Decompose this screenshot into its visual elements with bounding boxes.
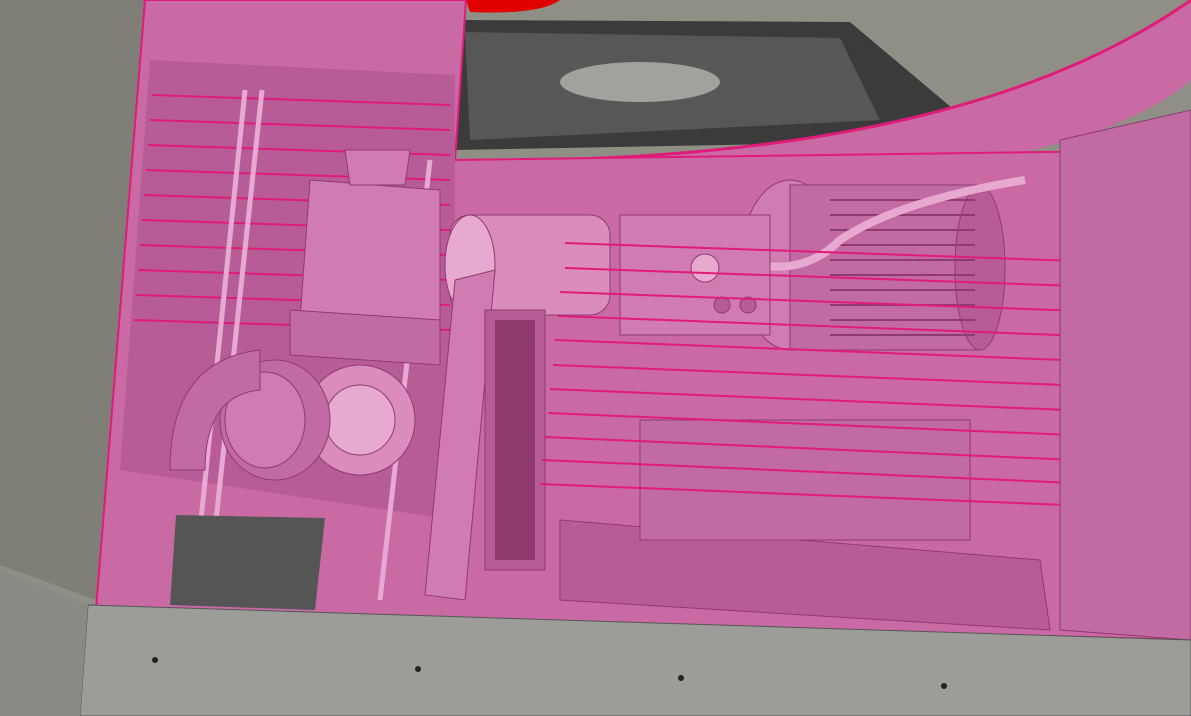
floor-opening xyxy=(170,515,325,610)
3d-scene[interactable] xyxy=(0,0,1191,716)
upper-round-plate[interactable] xyxy=(560,62,720,102)
cad-viewport[interactable]: section-view xyxy=(0,0,1191,716)
right-panel[interactable] xyxy=(1059,109,1191,641)
